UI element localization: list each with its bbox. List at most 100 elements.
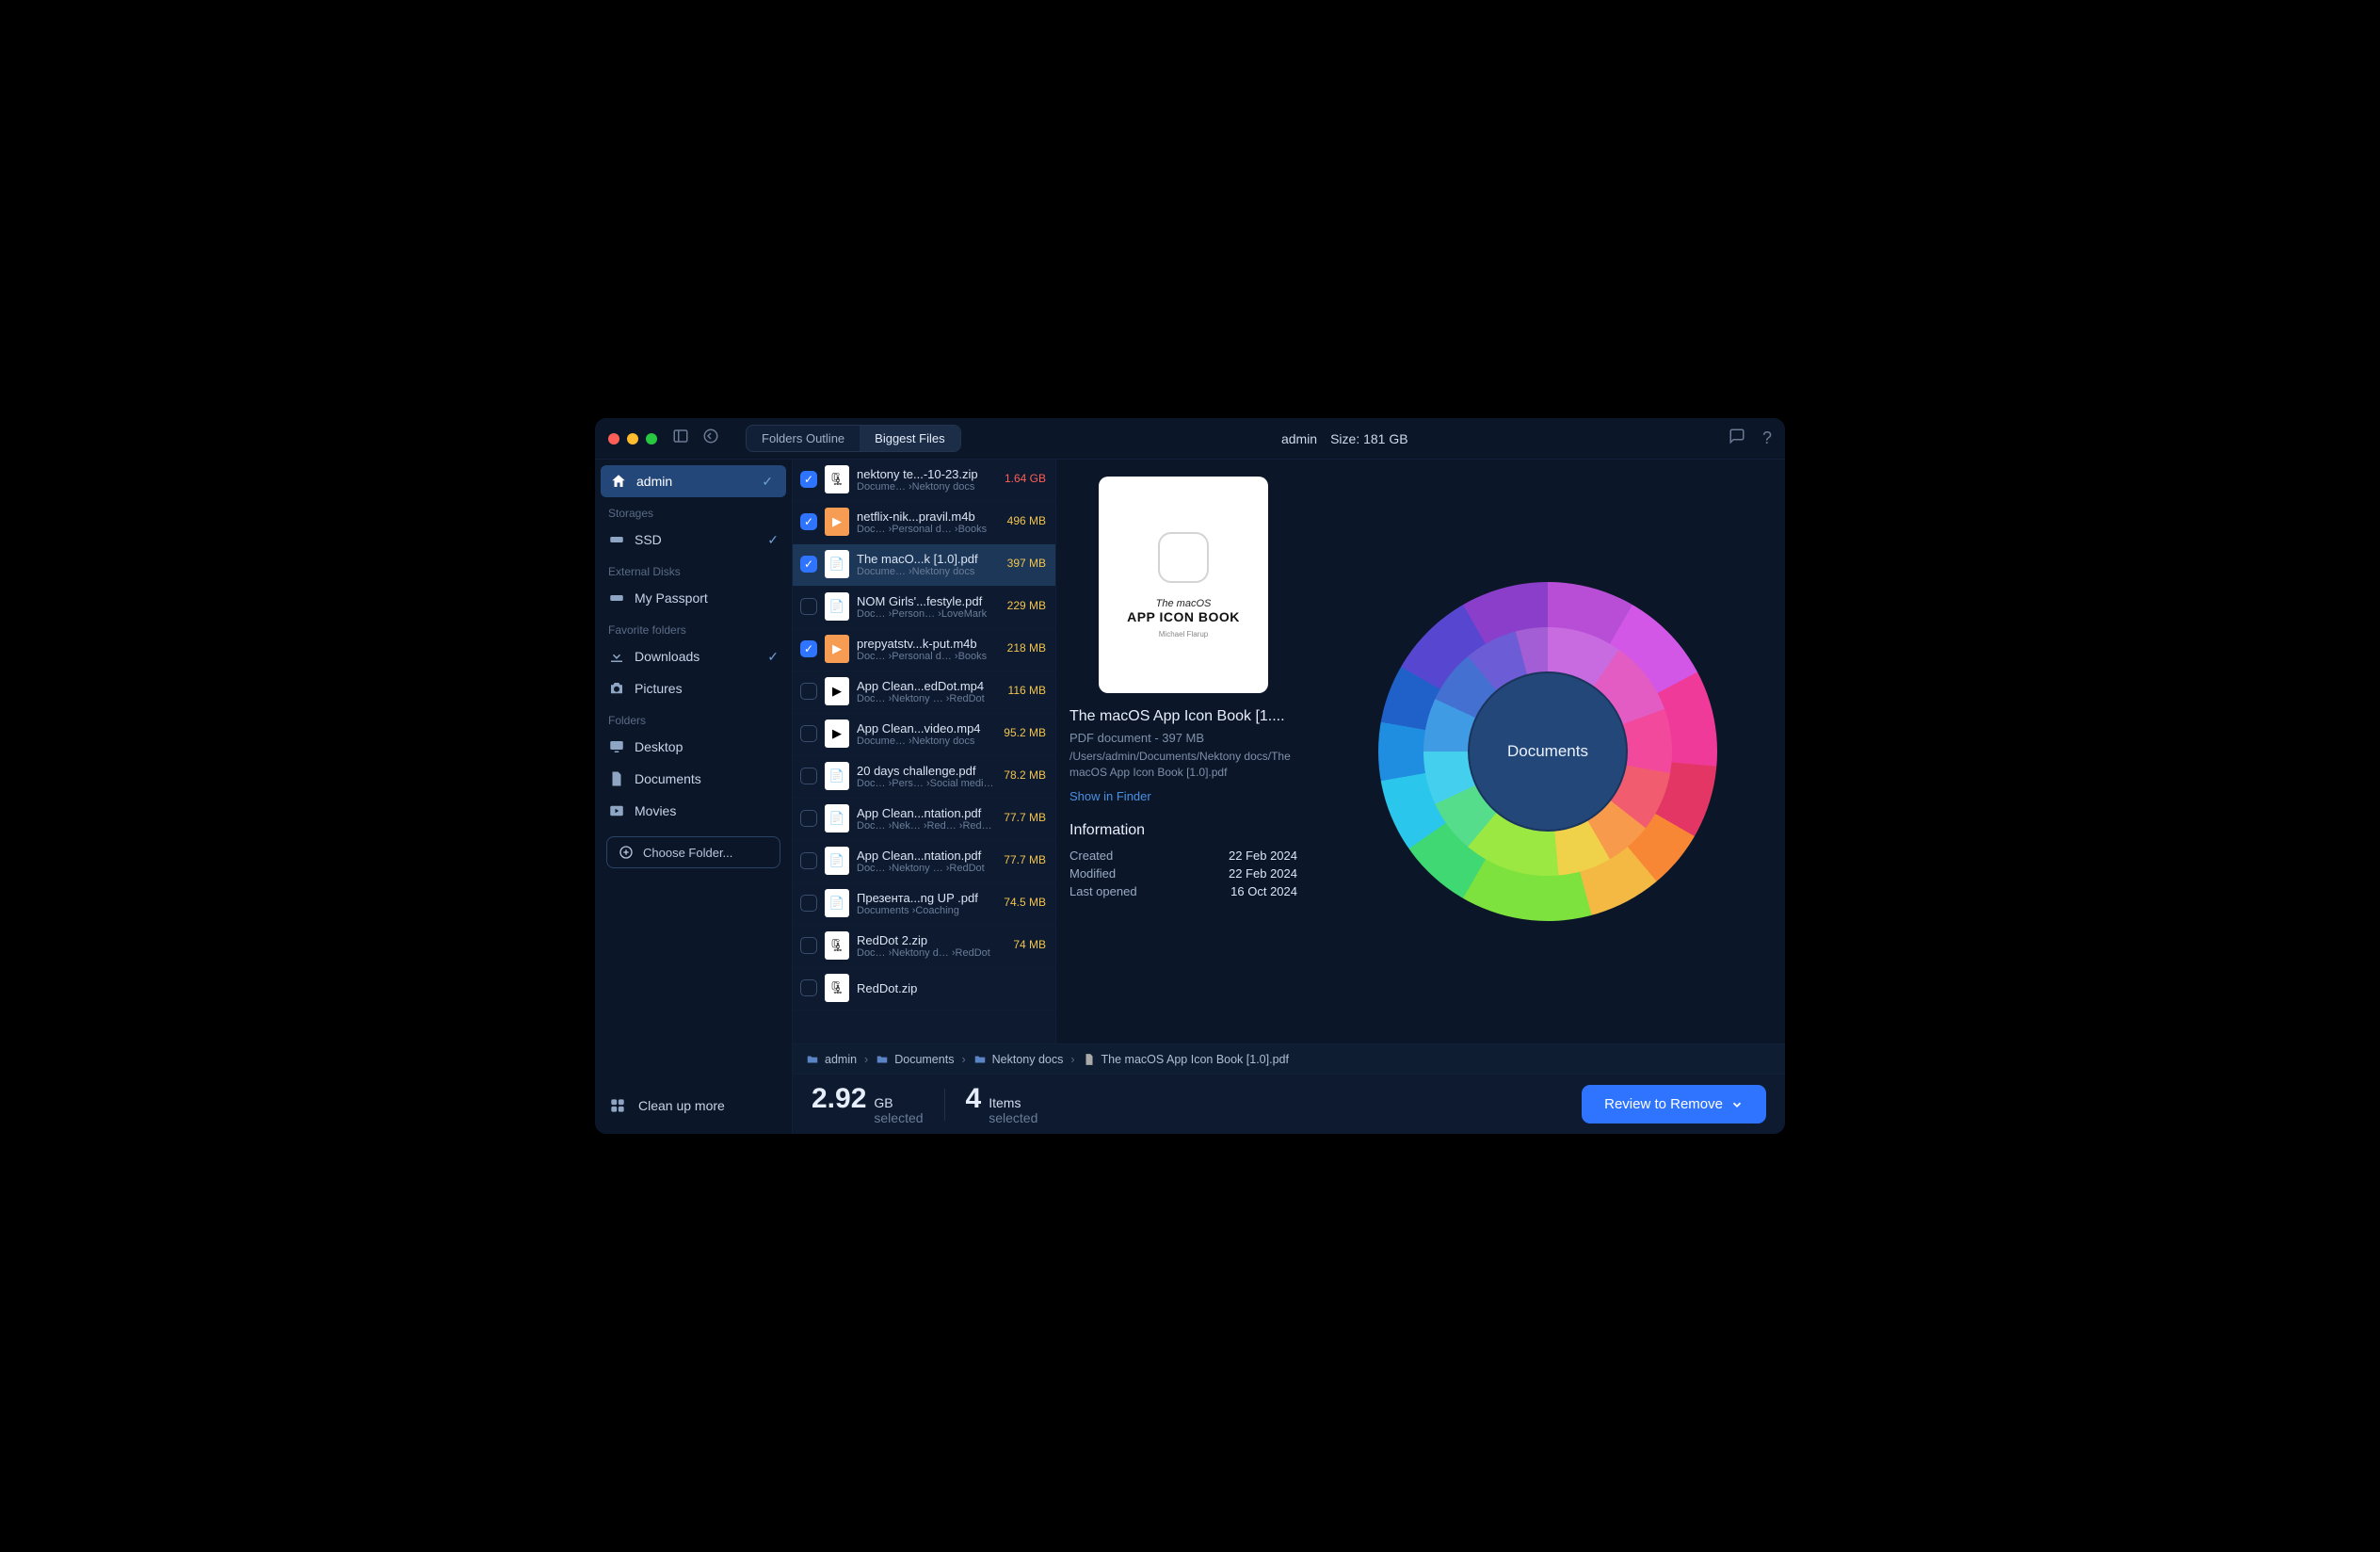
file-row[interactable]: ▶App Clean...video.mp4Docume… ›Nektony d… [793,714,1055,756]
sidebar-item-label: Documents [635,771,701,786]
sidebar-item-label: SSD [635,532,662,547]
tab-biggest-files[interactable]: Biggest Files [860,426,959,451]
file-checkbox[interactable]: ✓ [800,556,817,573]
breadcrumb: admin› Documents› Nektony docs› The macO… [793,1043,1785,1074]
preview-line-1: The macOS [1156,598,1212,609]
crumb-nektony[interactable]: Nektony docs [992,1053,1064,1066]
file-row[interactable]: 🗜RedDot 2.zipDoc… ›Nektony d… ›RedDot74 … [793,926,1055,968]
choose-folder-button[interactable]: Choose Folder... [606,836,780,868]
file-type-icon: 🗜 [825,974,849,1002]
file-list[interactable]: ✓🗜nektony te...-10-23.zipDocume… ›Nekton… [793,460,1056,1043]
file-checkbox[interactable] [800,810,817,827]
sunburst-chart[interactable]: Documents [1311,460,1785,1043]
download-icon [608,648,625,665]
file-size: 74 MB [1013,938,1046,951]
file-name: App Clean...edDot.mp4 [857,679,1001,693]
clean-up-more-button[interactable]: Clean up more [595,1083,792,1128]
sidebar-item-pictures[interactable]: Pictures [595,672,792,704]
home-icon [610,473,627,490]
file-checkbox[interactable]: ✓ [800,471,817,488]
file-checkbox[interactable] [800,895,817,912]
show-in-finder-link[interactable]: Show in Finder [1069,789,1151,803]
file-type-icon: ▶ [825,508,849,536]
review-button-label: Review to Remove [1604,1096,1723,1112]
file-row[interactable]: ✓📄The macO...k [1.0].pdfDocume… ›Nektony… [793,544,1055,587]
sidebar-item-label: admin [636,474,672,489]
file-row[interactable]: 🗜 RedDot.zip [793,968,1055,1010]
sidebar-item-desktop[interactable]: Desktop [595,731,792,763]
sidebar-header-favorite: Favorite folders [595,614,792,640]
file-name: App Clean...ntation.pdf [857,849,996,863]
file-row[interactable]: ✓🗜nektony te...-10-23.zipDocume… ›Nekton… [793,460,1055,502]
selected-items-sub: selected [989,1111,1037,1125]
file-type-icon: 📄 [825,847,849,875]
folder-icon [973,1053,987,1066]
document-icon [608,770,625,787]
file-path: Doc… ›Personal d… ›Books [857,524,1000,535]
file-row[interactable]: 📄 App Clean...ntation.pdfDoc… ›Nektony … … [793,841,1055,883]
file-checkbox[interactable]: ✓ [800,513,817,530]
file-row[interactable]: 📄App Clean...ntation.pdfDoc… ›Nek… ›Red…… [793,799,1055,841]
sidebar-item-my-passport[interactable]: My Passport [595,582,792,614]
crumb-admin[interactable]: admin [825,1053,857,1066]
crumb-file[interactable]: The macOS App Icon Book [1.0].pdf [1102,1053,1289,1066]
file-checkbox[interactable] [800,768,817,784]
sidebar-item-label: Downloads [635,649,700,664]
created-value: 22 Feb 2024 [1229,849,1297,863]
zoom-icon[interactable] [646,433,657,445]
file-row[interactable]: ✓▶netflix-nik...pravil.m4bDoc… ›Personal… [793,502,1055,544]
file-path: Doc… ›Nek… ›Red… ›RedDo… [857,820,996,832]
file-checkbox[interactable] [800,852,817,869]
file-name: RedDot.zip [857,981,1038,995]
file-type-icon: 🗜 [825,931,849,960]
file-path: Documents ›Coaching [857,905,996,916]
file-path: Docume… ›Nektony docs [857,736,996,747]
sidebar-header-external: External Disks [595,556,792,582]
sidebar-item-ssd[interactable]: SSD ✓ [595,524,792,556]
disk-icon [608,531,625,548]
file-path: Docume… ›Nektony docs [857,481,997,493]
crumb-documents[interactable]: Documents [894,1053,954,1066]
total-size-label: Size: 181 GB [1330,431,1408,446]
divider [944,1089,945,1121]
sidebar-item-admin[interactable]: admin ✓ [601,465,786,497]
file-row[interactable]: ✓▶prepyatstv...k-put.m4bDoc… ›Personal d… [793,629,1055,671]
close-icon[interactable] [608,433,619,445]
sidebar-item-downloads[interactable]: Downloads ✓ [595,640,792,672]
file-row[interactable]: 📄Презента...ng UP .pdfDocuments ›Coachin… [793,883,1055,926]
file-type-icon: ▶ [825,677,849,705]
clean-up-more-label: Clean up more [638,1098,725,1113]
grid-icon [608,1096,627,1115]
file-row[interactable]: ▶ App Clean...edDot.mp4Doc… ›Nektony … ›R… [793,671,1055,714]
back-icon[interactable] [702,428,719,449]
app-icon-placeholder [1158,532,1209,583]
help-icon[interactable]: ? [1762,428,1772,448]
sidebar-toggle-icon[interactable] [672,428,689,449]
file-checkbox[interactable]: ✓ [800,640,817,657]
sidebar-item-movies[interactable]: Movies [595,795,792,827]
sidebar-item-documents[interactable]: Documents [595,763,792,795]
file-type-icon: ▶ [825,719,849,748]
file-checkbox[interactable] [800,683,817,700]
folder-icon [876,1053,889,1066]
desktop-icon [608,738,625,755]
minimize-icon[interactable] [627,433,638,445]
choose-folder-label: Choose Folder... [643,846,732,860]
file-checkbox[interactable] [800,937,817,954]
file-size: 77.7 MB [1004,853,1046,866]
file-row[interactable]: 📄20 days challenge.pdfDoc… ›Pers… ›Socia… [793,756,1055,799]
feedback-icon[interactable] [1729,428,1745,449]
file-checkbox[interactable] [800,725,817,742]
review-to-remove-button[interactable]: Review to Remove [1582,1085,1766,1124]
titlebar: Folders Outline Biggest Files admin Size… [595,418,1785,460]
file-checkbox[interactable] [800,979,817,996]
sunburst-center-label: Documents [1507,742,1588,761]
detail-path: /Users/admin/Documents/Nektony docs/The … [1069,749,1297,781]
file-path: Doc… ›Nektony … ›RedDot [857,863,996,874]
file-path: Doc… ›Nektony … ›RedDot [857,693,1001,704]
file-row[interactable]: 📄NOM Girls'...festyle.pdfDoc… ›Person… ›… [793,587,1055,629]
file-detail-pane: The macOS APP ICON BOOK Michael Flarup T… [1056,460,1311,1043]
file-name: RedDot 2.zip [857,933,1005,947]
file-checkbox[interactable] [800,598,817,615]
tab-folders-outline[interactable]: Folders Outline [747,426,860,451]
